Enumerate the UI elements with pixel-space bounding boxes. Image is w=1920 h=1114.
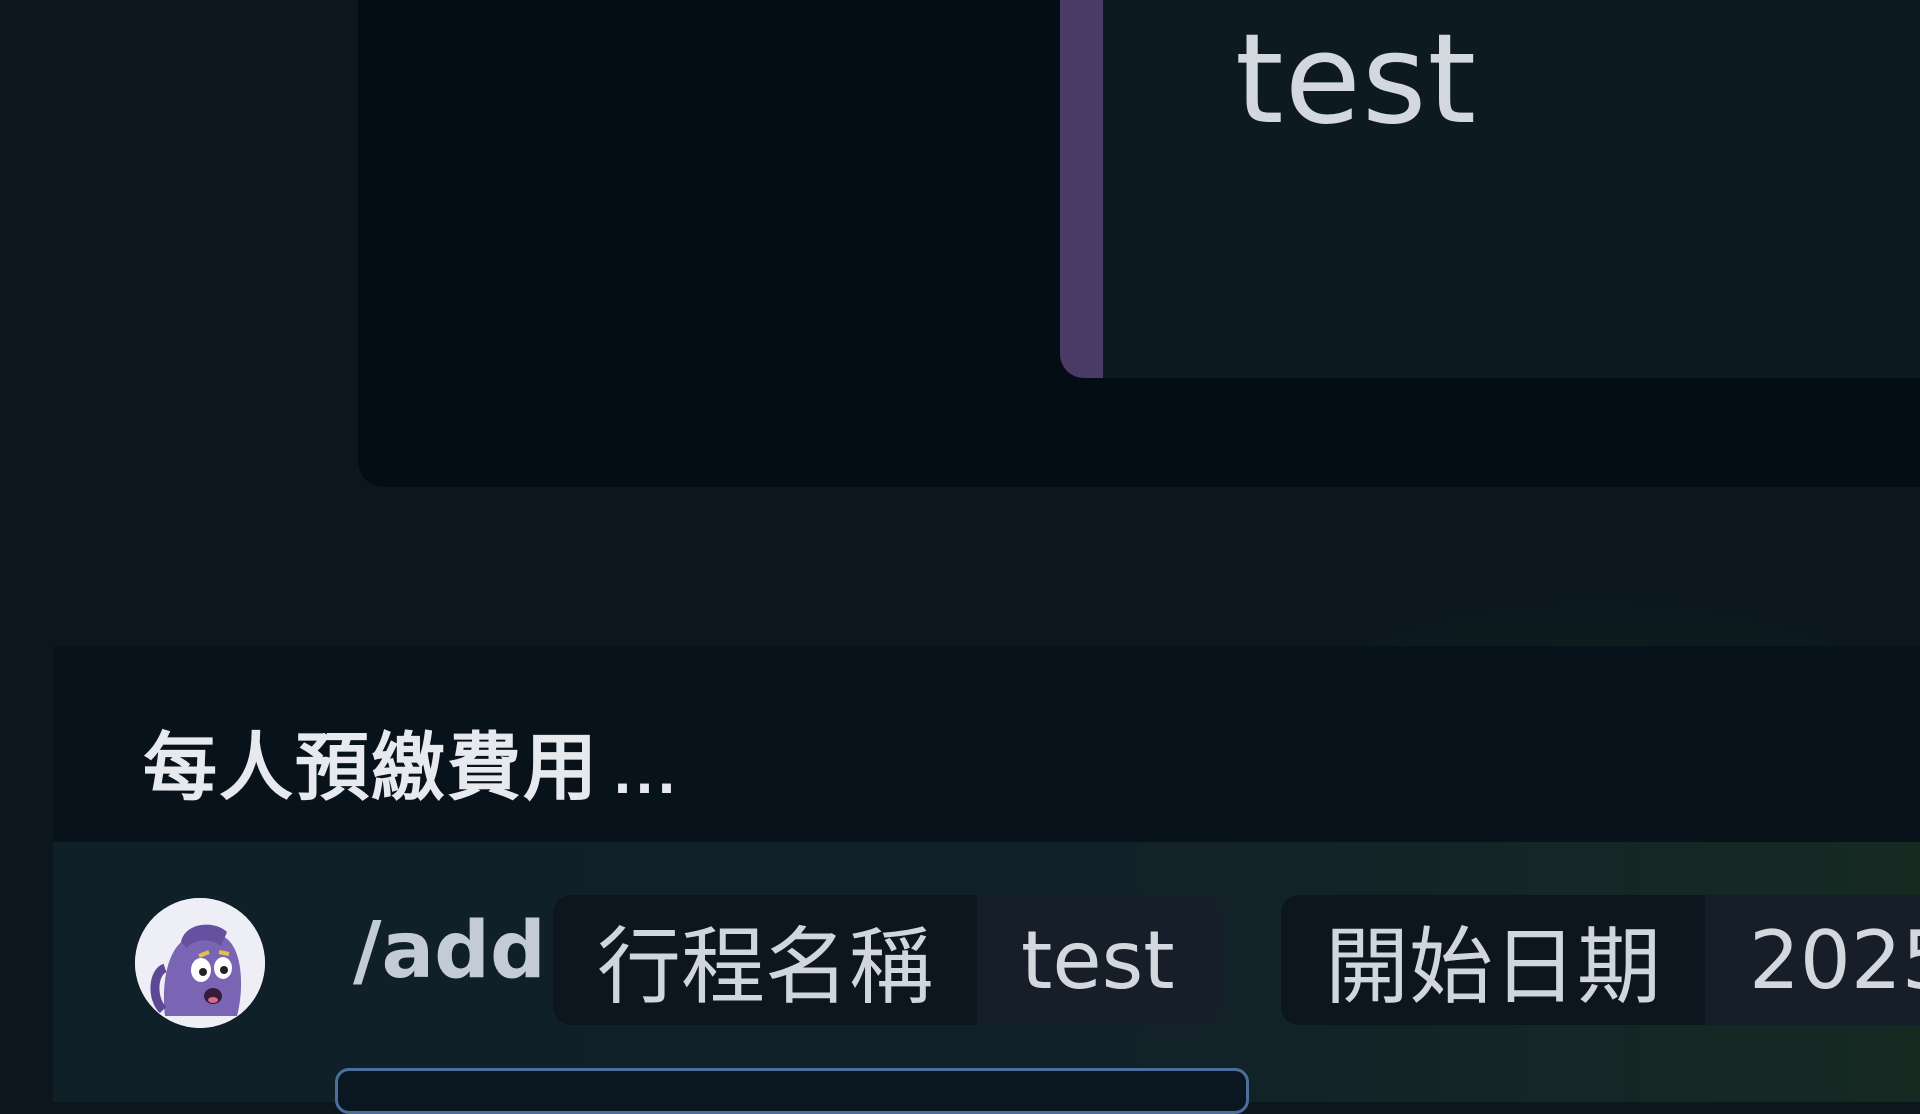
option-value: test xyxy=(1021,913,1175,1007)
reply-preview-text: 每人預繳費用... xyxy=(143,708,679,815)
message-row: /add 行程名稱 test 開始日期 2025 xyxy=(53,842,1920,1102)
option-name: 行程名稱 xyxy=(553,895,978,1025)
option-name: 開始日期 xyxy=(1281,895,1706,1025)
reply-preview[interactable]: 每人預繳費用... xyxy=(53,646,1920,842)
reply-preview-label: 每人預繳費用 xyxy=(143,725,599,811)
quote-text: test xyxy=(1235,8,1478,152)
quote-accent-bar xyxy=(1060,0,1103,378)
avatar[interactable] xyxy=(135,898,265,1028)
message-input[interactable] xyxy=(335,1068,1249,1114)
option-start-date[interactable]: 開始日期 2025 xyxy=(1281,895,1920,1025)
reply-preview-ellipsis: ... xyxy=(613,747,679,805)
slash-command[interactable]: /add xyxy=(353,912,546,990)
purple-backpack-avatar-icon xyxy=(135,898,265,1028)
quote-block: test xyxy=(1060,0,1920,378)
option-value: 2025 xyxy=(1749,913,1920,1007)
option-trip-name[interactable]: 行程名稱 test xyxy=(553,895,1219,1025)
